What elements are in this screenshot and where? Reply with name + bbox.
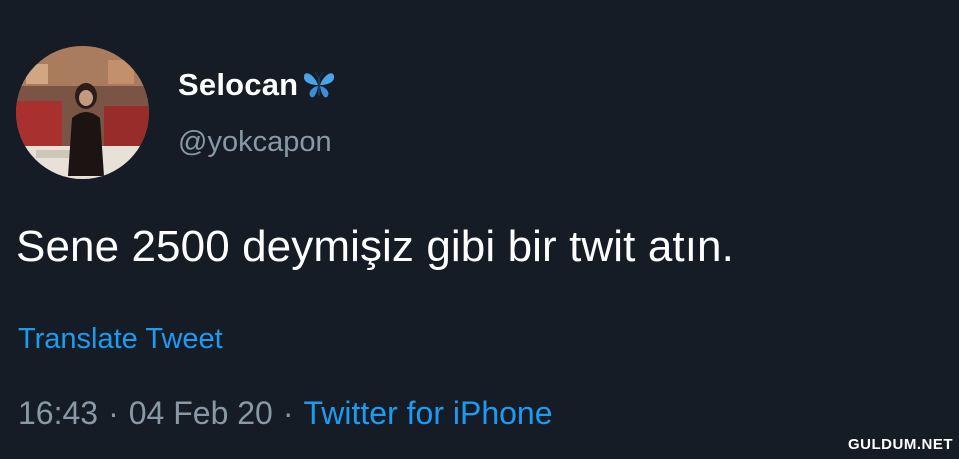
tweet-source-link[interactable]: Twitter for iPhone <box>304 395 553 432</box>
tweet-card: Selocan @yokcapon Sene 2500 deymişiz gib… <box>0 0 959 459</box>
display-name[interactable]: Selocan <box>178 67 298 103</box>
translate-tweet-link[interactable]: Translate Tweet <box>18 323 223 356</box>
tweet-text: Sene 2500 deymişiz gibi bir twit atın. <box>16 222 734 271</box>
meta-separator: · <box>282 395 294 431</box>
tweet-meta: 16:43 · 04 Feb 20 · Twitter for iPhone <box>18 395 553 432</box>
watermark: GULDUM.NET <box>848 436 953 453</box>
avatar[interactable] <box>16 46 149 179</box>
tweet-time[interactable]: 16:43 <box>18 395 98 432</box>
meta-separator: · <box>108 395 119 431</box>
user-handle[interactable]: @yokcapon <box>178 126 332 159</box>
avatar-image <box>16 46 149 179</box>
display-name-row[interactable]: Selocan <box>178 62 336 108</box>
butterfly-icon <box>302 68 336 102</box>
tweet-date[interactable]: 04 Feb 20 <box>129 395 273 432</box>
